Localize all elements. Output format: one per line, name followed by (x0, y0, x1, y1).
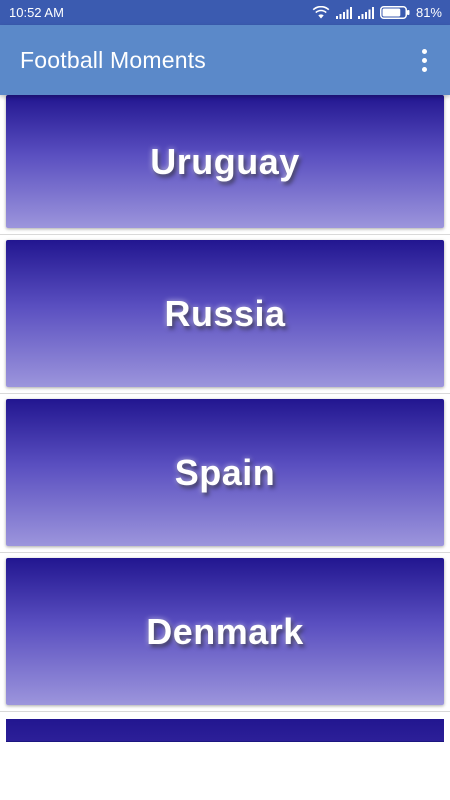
battery-icon (379, 6, 410, 19)
team-label: Russia (164, 292, 286, 334)
battery-percent: 81% (415, 5, 442, 20)
app-title: Football Moments (20, 46, 206, 73)
team-card-russia[interactable]: Russia (6, 240, 444, 387)
team-label: Denmark (146, 610, 304, 652)
list-item[interactable]: Uruguay (0, 95, 450, 235)
team-label: Spain (174, 451, 276, 493)
team-card-denmark[interactable]: Denmark (6, 558, 444, 705)
team-list[interactable]: Uruguay Russia Spain Denmark (0, 95, 450, 800)
overflow-menu-icon[interactable] (412, 40, 436, 80)
app-bar: Football Moments (0, 25, 450, 95)
team-card-uruguay[interactable]: Uruguay (6, 95, 444, 228)
status-icons: 81% (312, 5, 442, 20)
team-label: Uruguay (150, 140, 300, 182)
card-body (6, 741, 444, 800)
wifi-icon (312, 6, 330, 19)
signal-icon (357, 6, 374, 19)
status-bar: 10:52 AM 81% (0, 0, 450, 25)
list-item[interactable]: Denmark (0, 553, 450, 712)
list-item-partial[interactable] (0, 712, 450, 800)
team-card-partial[interactable] (6, 719, 444, 741)
list-item[interactable]: Russia (0, 235, 450, 394)
list-item[interactable]: Spain (0, 394, 450, 553)
team-card-spain[interactable]: Spain (6, 399, 444, 546)
signal-icon (335, 6, 352, 19)
status-time: 10:52 AM (9, 5, 64, 20)
